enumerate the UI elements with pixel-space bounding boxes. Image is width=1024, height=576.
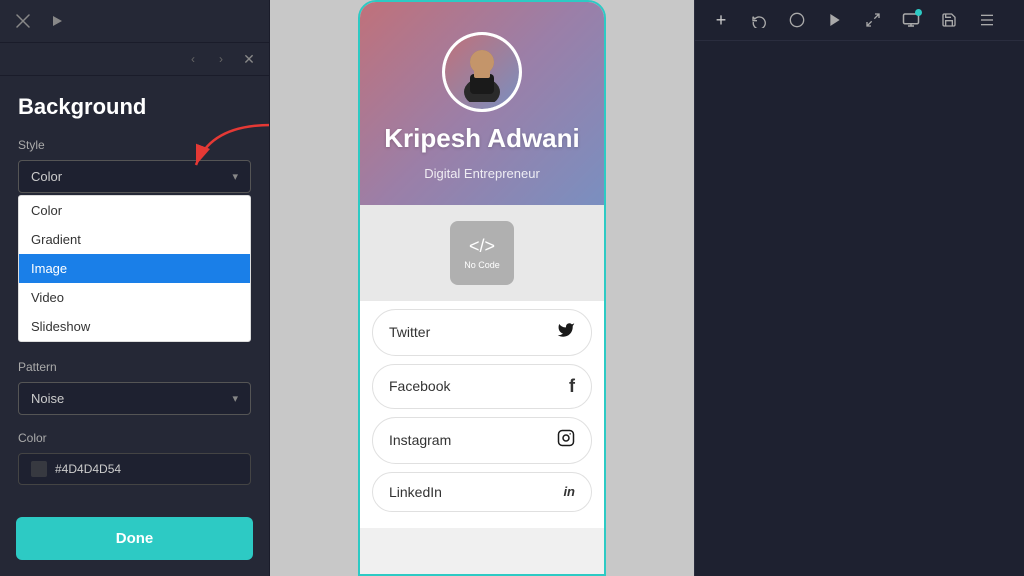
profile-subtitle: Digital Entrepreneur bbox=[424, 166, 540, 181]
center-area: Kripesh Adwani Digital Entrepreneur </> … bbox=[270, 0, 694, 576]
nocode-badge: </> No Code bbox=[360, 205, 604, 301]
option-gradient[interactable]: Gradient bbox=[19, 225, 250, 254]
nav-forward-icon[interactable]: › bbox=[211, 49, 231, 69]
pattern-section: Pattern Noise ▾ bbox=[18, 360, 251, 415]
avatar-image bbox=[445, 35, 519, 109]
color-value-box[interactable]: #4D4D4D54 bbox=[18, 453, 251, 485]
link-label-twitter: Twitter bbox=[389, 324, 430, 340]
nocode-label: No Code bbox=[464, 260, 500, 270]
link-item-facebook[interactable]: Facebook f bbox=[372, 364, 592, 409]
panel-title: Background bbox=[18, 94, 251, 120]
right-panel: + bbox=[694, 0, 1024, 576]
redo-icon[interactable] bbox=[785, 8, 809, 32]
color-label: Color bbox=[18, 431, 251, 445]
option-color[interactable]: Color bbox=[19, 196, 250, 225]
pattern-selected-value: Noise bbox=[31, 391, 64, 406]
undo-icon[interactable] bbox=[747, 8, 771, 32]
save-icon[interactable] bbox=[937, 8, 961, 32]
link-label-linkedin: LinkedIn bbox=[389, 484, 442, 500]
profile-name: Kripesh Adwani bbox=[384, 124, 580, 154]
pattern-dropdown-container: Noise ▾ bbox=[18, 382, 251, 415]
linkedin-icon: in bbox=[563, 484, 575, 499]
menu-icon[interactable] bbox=[975, 8, 999, 32]
close-icon[interactable] bbox=[12, 10, 34, 32]
add-icon[interactable]: + bbox=[709, 8, 733, 32]
color-section: Color #4D4D4D54 bbox=[18, 431, 251, 485]
top-bar-left bbox=[0, 0, 269, 43]
card-header: Kripesh Adwani Digital Entrepreneur bbox=[360, 2, 604, 205]
style-dropdown-menu: Color Gradient Image Video Slideshow bbox=[18, 195, 251, 342]
link-label-instagram: Instagram bbox=[389, 432, 451, 448]
instagram-icon bbox=[557, 429, 575, 452]
style-dropdown-wrapper: Color ▾ Color Gradient Image Video Slide… bbox=[18, 160, 251, 342]
done-button[interactable]: Done bbox=[16, 517, 253, 560]
left-panel: ‹ › ✕ Background Style Color ▾ Color bbox=[0, 0, 270, 576]
nav-close-icon[interactable]: ✕ bbox=[239, 49, 259, 69]
link-label-facebook: Facebook bbox=[389, 378, 450, 394]
link-item-instagram[interactable]: Instagram bbox=[372, 417, 592, 464]
annotation-arrow bbox=[181, 120, 269, 180]
pattern-chevron-icon: ▾ bbox=[232, 392, 238, 405]
nocode-box: </> No Code bbox=[450, 221, 514, 285]
pattern-dropdown[interactable]: Noise ▾ bbox=[18, 382, 251, 415]
link-item-twitter[interactable]: Twitter bbox=[372, 309, 592, 356]
play-icon[interactable] bbox=[46, 10, 68, 32]
links-section: Twitter Facebook f Instagram bbox=[360, 301, 604, 528]
facebook-icon: f bbox=[569, 376, 575, 397]
expand-icon[interactable] bbox=[861, 8, 885, 32]
nav-back-icon[interactable]: ‹ bbox=[183, 49, 203, 69]
notification-dot bbox=[915, 9, 922, 16]
style-selected-value: Color bbox=[31, 169, 62, 184]
option-slideshow[interactable]: Slideshow bbox=[19, 312, 250, 341]
option-image[interactable]: Image bbox=[19, 254, 250, 283]
color-hex-value: #4D4D4D54 bbox=[55, 462, 121, 476]
panel-nav: ‹ › ✕ bbox=[0, 43, 269, 76]
play-preview-icon[interactable] bbox=[823, 8, 847, 32]
right-content bbox=[695, 41, 1024, 576]
right-toolbar: + bbox=[695, 0, 1024, 41]
desktop-icon[interactable] bbox=[899, 8, 923, 32]
nocode-icon: </> bbox=[469, 236, 495, 257]
twitter-icon bbox=[557, 321, 575, 344]
preview-frame: Kripesh Adwani Digital Entrepreneur </> … bbox=[358, 0, 606, 576]
color-swatch bbox=[31, 461, 47, 477]
option-video[interactable]: Video bbox=[19, 283, 250, 312]
panel-content: Background Style Color ▾ Color Gradient … bbox=[0, 76, 269, 517]
avatar bbox=[442, 32, 522, 112]
pattern-label: Pattern bbox=[18, 360, 251, 374]
link-item-linkedin[interactable]: LinkedIn in bbox=[372, 472, 592, 512]
